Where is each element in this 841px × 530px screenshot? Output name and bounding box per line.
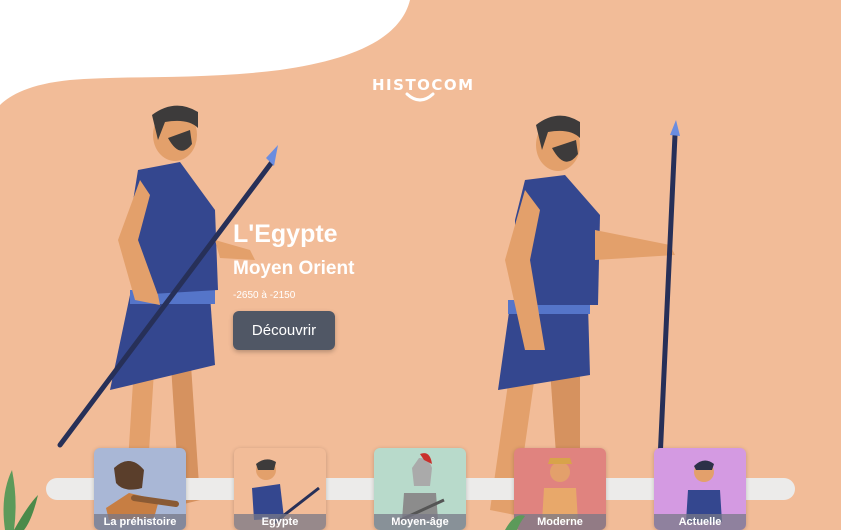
plant-bottom bbox=[505, 515, 525, 530]
period-dates: -2650 à -2150 bbox=[233, 290, 296, 301]
smile-icon bbox=[405, 92, 435, 102]
era-card-middle-ages[interactable]: Moyen-âge bbox=[374, 448, 466, 530]
discover-button[interactable]: Découvrir bbox=[233, 311, 335, 350]
region-subtitle: Moyen Orient bbox=[233, 258, 355, 279]
era-card-prehistory[interactable]: La préhistoire bbox=[94, 448, 186, 530]
era-label: La préhistoire bbox=[94, 514, 186, 530]
histocom-logo[interactable]: HISTOCOM bbox=[372, 76, 473, 106]
page-title: L'Egypte bbox=[233, 220, 338, 248]
era-label: Egypte bbox=[234, 514, 326, 530]
era-card-current[interactable]: Actuelle bbox=[654, 448, 746, 530]
era-label: Actuelle bbox=[654, 514, 746, 530]
plant-left bbox=[3, 470, 38, 530]
era-label: Moyen-âge bbox=[374, 514, 466, 530]
era-card-egypt[interactable]: Egypte bbox=[234, 448, 326, 530]
